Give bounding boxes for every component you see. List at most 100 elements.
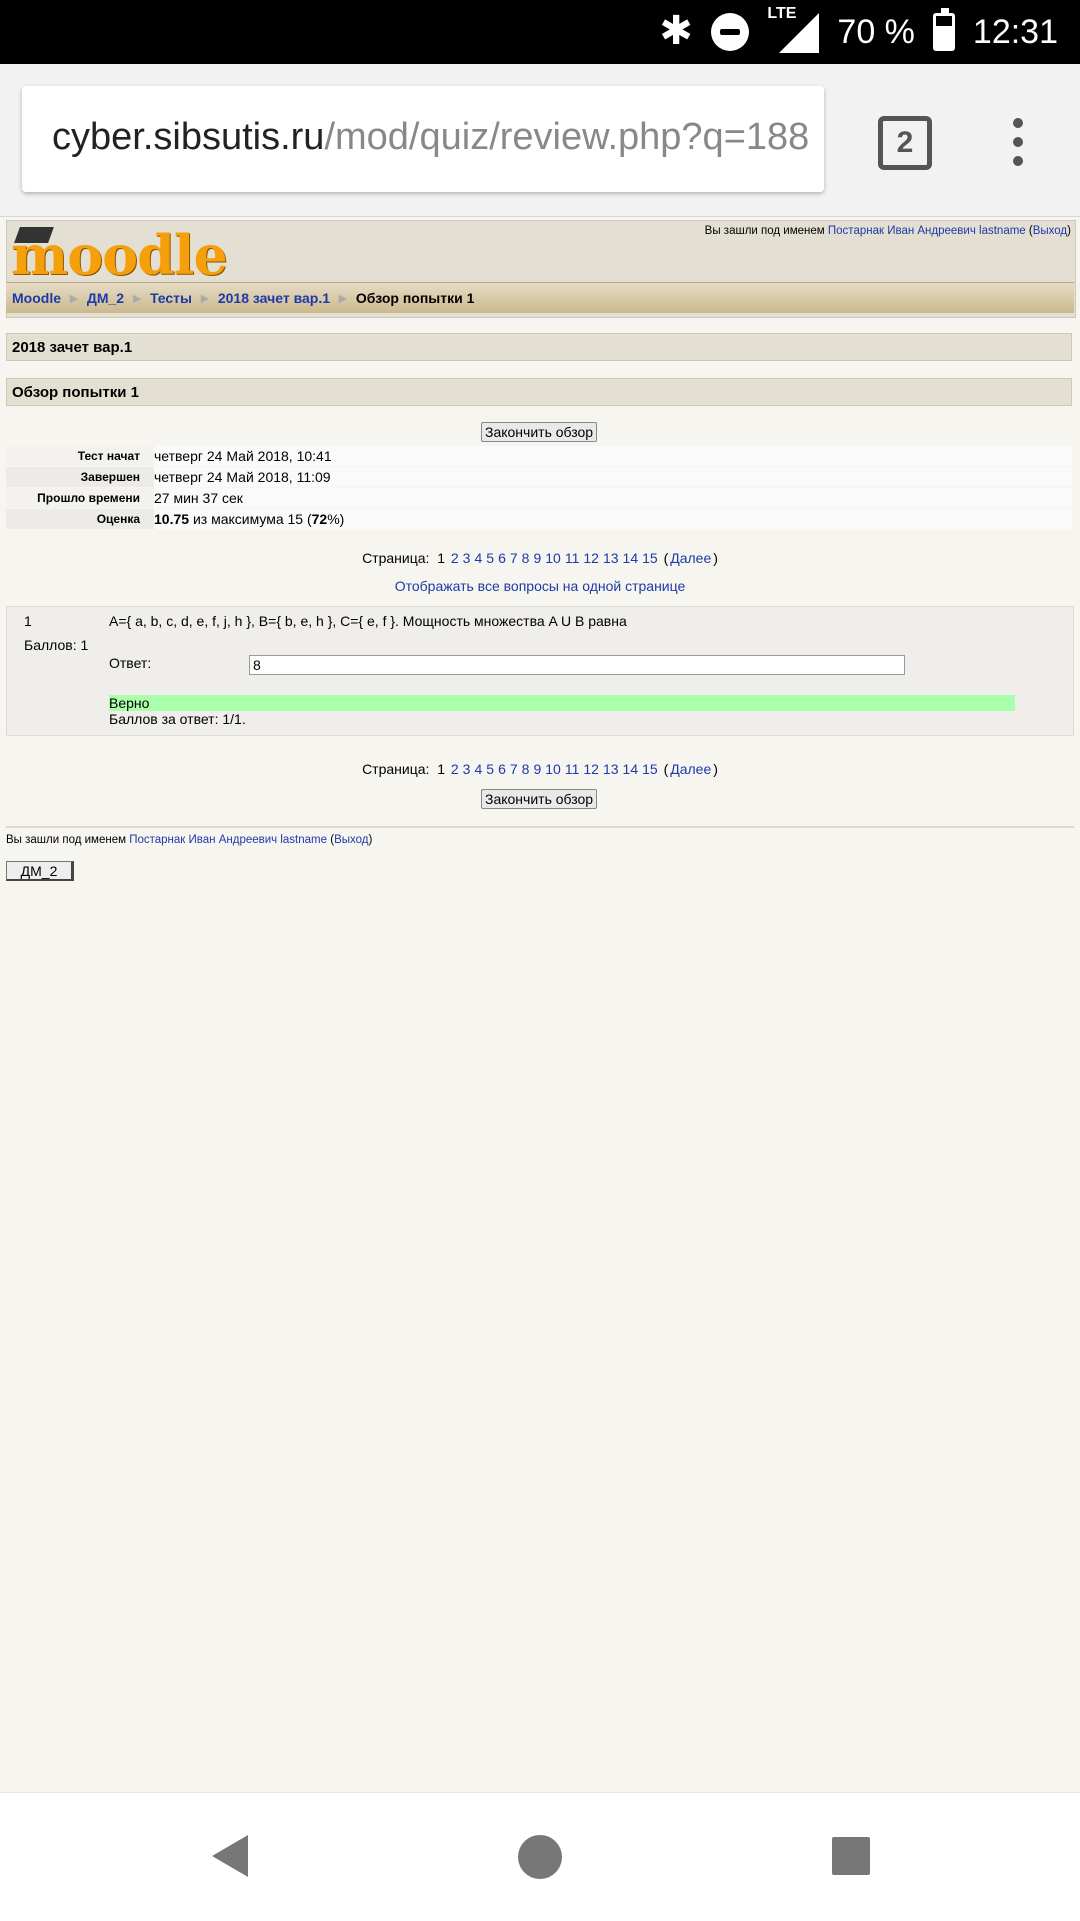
bluetooth-icon xyxy=(659,8,693,54)
pagination-bottom: Страница: 1 2 3 4 5 6 7 8 9 10 11 12 13 14 15 (Далее) xyxy=(362,761,718,777)
pager-page-link[interactable]: 15 xyxy=(642,761,658,777)
summary-row: Завершен четверг 24 Май 2018, 11:09 xyxy=(6,467,1072,488)
pager-next-link[interactable]: Далее xyxy=(670,550,711,566)
url-bar[interactable]: cyber.sibsutis.ru/mod/quiz/review.php?q=… xyxy=(22,86,824,192)
footer-login-info: Вы зашли под именем Постарнак Иван Андре… xyxy=(6,834,373,846)
finish-review-button[interactable]: Закончить обзор xyxy=(481,422,598,442)
breadcrumb-moodle[interactable]: Moodle xyxy=(12,290,61,306)
answer-score: Баллов за ответ: 1/1. xyxy=(109,711,246,727)
pager-page-link[interactable]: 14 xyxy=(623,550,639,566)
pager-page-link[interactable]: 15 xyxy=(642,550,658,566)
pager-page-link[interactable]: 10 xyxy=(545,550,561,566)
pager-page-link[interactable]: 3 xyxy=(463,550,471,566)
breadcrumb-current: Обзор попытки 1 xyxy=(355,290,475,306)
pager-page-link[interactable]: 12 xyxy=(583,761,599,777)
pager-page-link[interactable]: 5 xyxy=(486,550,494,566)
pager-page-link[interactable]: 11 xyxy=(565,550,580,566)
summary-label: Тест начат xyxy=(77,449,140,463)
browser-toolbar: cyber.sibsutis.ru/mod/quiz/review.php?q=… xyxy=(0,64,1080,217)
url-path: /mod/quiz/review.php?q=188 xyxy=(324,116,810,158)
pager-next-link[interactable]: Далее xyxy=(670,761,711,777)
pager-label: Страница: xyxy=(362,550,430,566)
grade-row: Оценка 10.75 из максимума 15 (72%) xyxy=(6,509,1072,530)
pager-page-link[interactable]: 7 xyxy=(510,761,518,777)
question-number: 1 xyxy=(24,613,32,629)
pager-page-link[interactable]: 6 xyxy=(498,761,506,777)
pager-page-link[interactable]: 13 xyxy=(603,550,619,566)
grade-value: 10.75 из максимума 15 (72%) xyxy=(154,509,1072,529)
grade-label: Оценка xyxy=(96,512,140,526)
pager-page-link[interactable]: 13 xyxy=(603,761,619,777)
summary-value: четверг 24 Май 2018, 10:41 xyxy=(154,446,1072,466)
pager-page-link[interactable]: 11 xyxy=(565,761,580,777)
pager-page-link[interactable]: 2 xyxy=(451,761,459,777)
pager-page-link[interactable]: 6 xyxy=(498,550,506,566)
url-host: cyber.sibsutis.ru xyxy=(52,116,325,158)
attempt-summary: Тест начат четверг 24 Май 2018, 10:41 Зав… xyxy=(6,446,1072,530)
summary-row: Тест начат четверг 24 Май 2018, 10:41 xyxy=(6,446,1072,467)
pager-label: Страница: xyxy=(362,761,430,777)
breadcrumb: Moodle ► ДМ_2 ► Тесты ► 2018 зачет вар.1 ► Обзор… xyxy=(6,282,1074,313)
pager-page-link[interactable]: 9 xyxy=(533,761,541,777)
breadcrumb-course[interactable]: ДМ_2 xyxy=(87,290,124,306)
summary-value: четверг 24 Май 2018, 11:09 xyxy=(154,467,1072,487)
status-bar: LTE 70 % 12:31 xyxy=(0,0,1080,64)
summary-label: Прошло времени xyxy=(37,491,140,505)
feedback-correct: Верно xyxy=(109,695,1015,711)
pager-page-link[interactable]: 4 xyxy=(474,761,482,777)
footer-user-link[interactable]: Постарнак Иван Андреевич lastname xyxy=(129,834,327,846)
pager-current: 1 xyxy=(437,550,445,566)
login-prefix: Вы зашли под именем xyxy=(704,225,825,237)
grade-percent: 72 xyxy=(311,511,328,527)
overflow-menu-icon[interactable] xyxy=(1012,118,1024,166)
answer-field[interactable]: 8 xyxy=(249,655,905,675)
back-icon[interactable] xyxy=(212,1835,248,1877)
pager-page-link[interactable]: 12 xyxy=(583,550,599,566)
grade-score: 10.75 xyxy=(154,511,190,527)
battery-percent: 70 % xyxy=(837,12,915,51)
login-info: Вы зашли под именем Постарнак Иван Андре… xyxy=(704,225,1071,237)
pager-page-link[interactable]: 9 xyxy=(533,550,541,566)
summary-row: Прошло времени 27 мин 37 сек xyxy=(6,488,1072,509)
course-button[interactable]: ДМ_2 xyxy=(6,861,74,881)
grade-max: из максимума 15 ( xyxy=(192,511,312,527)
logout-link[interactable]: Выход xyxy=(1033,225,1067,237)
breadcrumb-quiz[interactable]: 2018 зачет вар.1 xyxy=(218,290,330,306)
pager-page-link[interactable]: 7 xyxy=(510,550,518,566)
home-icon[interactable] xyxy=(518,1835,562,1879)
show-all-container: Отображать все вопросы на одной странице xyxy=(0,578,1080,594)
show-all-link[interactable]: Отображать все вопросы на одной странице xyxy=(395,578,686,594)
system-nav-bar xyxy=(0,1792,1080,1921)
battery-icon xyxy=(932,8,955,51)
answer-label: Ответ: xyxy=(109,655,152,671)
pager-page-link[interactable]: 8 xyxy=(522,761,530,777)
moodle-logo: moodle xyxy=(11,223,228,287)
question-grade: Баллов: 1 xyxy=(24,637,89,653)
pager-page-link[interactable]: 10 xyxy=(545,761,561,777)
question-text: A={ a, b, c, d, e, f, j, h }, B={ b, e, … xyxy=(109,613,627,629)
finish-review-button-bottom[interactable]: Закончить обзор xyxy=(481,789,598,809)
grade-end: %) xyxy=(327,511,345,527)
summary-value: 27 мин 37 сек xyxy=(154,488,1072,508)
pager-page-link[interactable]: 3 xyxy=(463,761,471,777)
clock: 12:31 xyxy=(972,12,1058,51)
pager-page-link[interactable]: 8 xyxy=(522,550,530,566)
pager-page-link[interactable]: 2 xyxy=(451,550,459,566)
divider xyxy=(6,826,1074,828)
pager-pages: 2 3 4 5 6 7 8 9 10 11 12 13 14 15 xyxy=(449,550,660,566)
user-profile-link[interactable]: Постарнак Иван Андреевич lastname xyxy=(828,225,1026,237)
recent-apps-icon[interactable] xyxy=(832,1837,870,1875)
pager-current: 1 xyxy=(437,761,445,777)
pager-page-link[interactable]: 4 xyxy=(474,550,482,566)
pagination-top: Страница: 1 2 3 4 5 6 7 8 9 10 11 12 13 14 15 (Далее) xyxy=(362,550,718,566)
pager-page-link[interactable]: 5 xyxy=(486,761,494,777)
tab-switcher-button[interactable]: 2 xyxy=(878,116,932,170)
attempt-title: Обзор попытки 1 xyxy=(6,378,1072,406)
footer-logout-link[interactable]: Выход xyxy=(334,834,368,846)
breadcrumb-tests[interactable]: Тесты xyxy=(150,290,192,306)
do-not-disturb-icon xyxy=(711,13,750,51)
footer-login-prefix: Вы зашли под именем xyxy=(6,834,127,846)
summary-label: Завершен xyxy=(80,470,140,484)
lte-signal-icon: LTE xyxy=(767,5,820,53)
pager-page-link[interactable]: 14 xyxy=(623,761,639,777)
